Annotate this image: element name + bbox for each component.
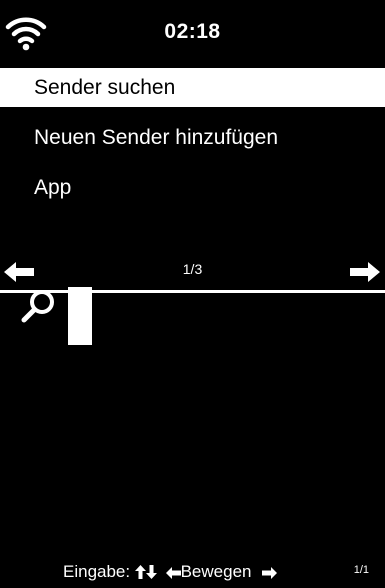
input-hint-label: Eingabe: bbox=[63, 562, 131, 581]
search-footer: Eingabe: Bewegen 1/1 bbox=[0, 558, 385, 584]
arrow-right-icon[interactable] bbox=[348, 262, 380, 282]
page-indicator: 1/3 bbox=[182, 261, 203, 277]
arrow-left-small-icon bbox=[165, 567, 181, 579]
search-icon bbox=[21, 290, 54, 323]
arrow-right-small-icon bbox=[262, 567, 278, 579]
search-input[interactable] bbox=[68, 287, 92, 345]
move-hint-label: Bewegen bbox=[180, 562, 252, 581]
menu-item-sender-suchen[interactable]: Sender suchen bbox=[0, 68, 385, 107]
status-bar: 02:18 bbox=[0, 0, 385, 68]
clock: 02:18 bbox=[164, 20, 221, 43]
page-indicator-2: 1/1 bbox=[353, 564, 369, 576]
menu-footer: 1/3 bbox=[0, 258, 385, 286]
arrow-down-icon bbox=[145, 565, 157, 579]
menu-item-neuen-sender[interactable]: Neuen Sender hinzufügen bbox=[0, 118, 385, 157]
input-hint: Eingabe: Bewegen bbox=[63, 562, 278, 582]
menu-screen: 02:18 Sender suchen Neuen Sender hinzufü… bbox=[0, 0, 385, 290]
menu-item-app[interactable]: App bbox=[0, 168, 385, 207]
empty-message: Leer bbox=[172, 440, 213, 462]
arrow-up-icon bbox=[134, 565, 146, 579]
